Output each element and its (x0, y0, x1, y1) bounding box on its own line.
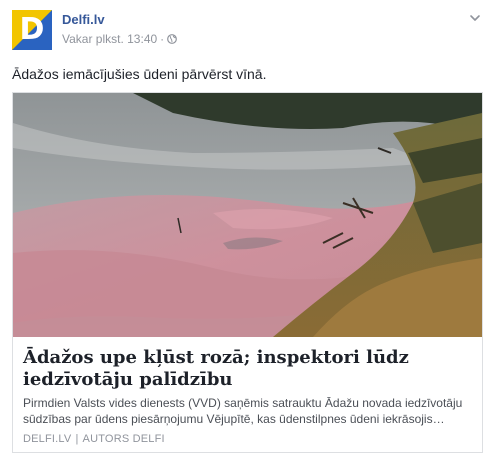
link-image[interactable] (13, 93, 482, 337)
post-text: Ādažos iemācījušies ūdeni pārvērst vīnā. (12, 66, 267, 82)
link-title[interactable]: Ādažos upe kļūst rozā; inspektori lūdz i… (23, 347, 473, 391)
post-timestamp[interactable]: Vakar plkst. 13:40 (62, 32, 157, 46)
link-description: Pirmdien Valsts vides dienests (VVD) saņ… (23, 396, 463, 426)
post-header: D Delfi.lv Vakar plkst. 13:40 · (12, 10, 483, 50)
chevron-down-icon[interactable] (467, 10, 483, 26)
page-name-link[interactable]: Delfi.lv (62, 12, 105, 27)
link-body: Ādažos upe kļūst rozā; inspektori lūdz i… (13, 337, 482, 452)
link-preview-card[interactable]: Ādažos upe kļūst rozā; inspektori lūdz i… (12, 92, 483, 453)
avatar-letter: D (19, 12, 45, 47)
post-meta: Vakar plkst. 13:40 · (62, 32, 178, 46)
link-author: AUTORS DELFI (82, 433, 165, 445)
meta-separator: · (160, 32, 165, 46)
source-separator: | (75, 433, 79, 445)
link-domain: DELFI.LV (23, 433, 72, 445)
globe-icon[interactable] (167, 34, 178, 44)
avatar[interactable]: D (12, 10, 52, 50)
link-source: DELFI.LV | AUTORS DELFI (23, 433, 165, 445)
facebook-post: D Delfi.lv Vakar plkst. 13:40 · Ādažos ie… (0, 0, 495, 463)
